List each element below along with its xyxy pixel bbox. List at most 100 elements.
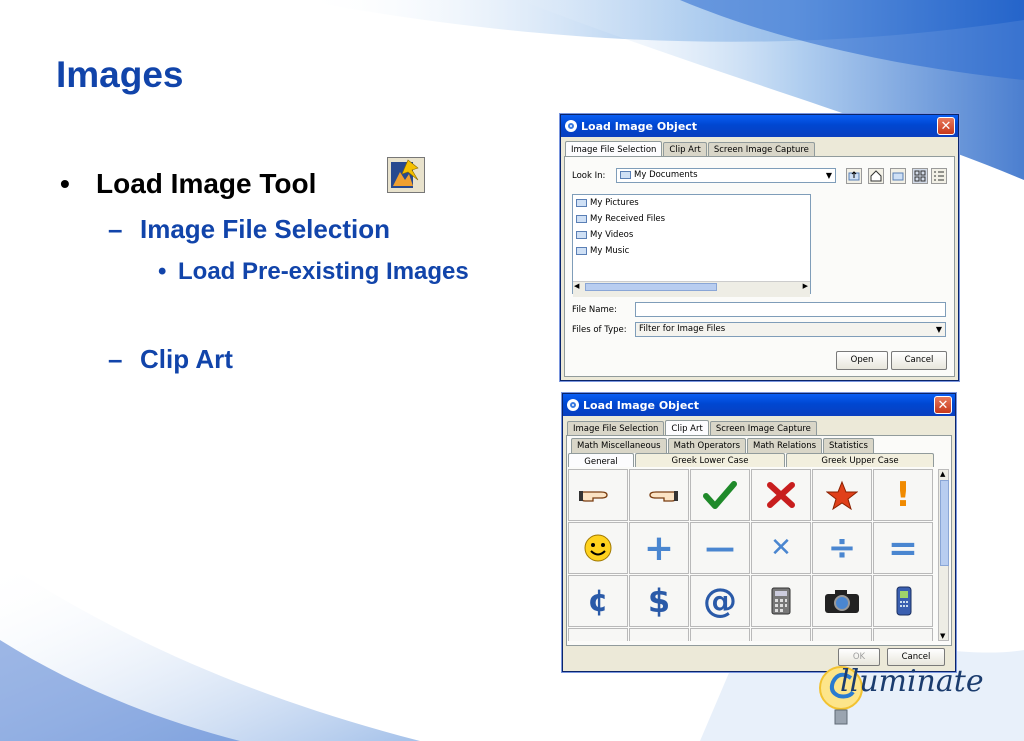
load-image-dialog-clipart: Load Image Object ✕ Image File Selection… — [562, 393, 956, 672]
clip-art-panel: Math Miscellaneous Math Operators Math R… — [566, 435, 952, 646]
file-name-input[interactable] — [635, 302, 946, 317]
list-item[interactable]: My Pictures — [573, 195, 810, 211]
tab-math-operators[interactable]: Math Operators — [667, 438, 747, 453]
dash-marker: – — [108, 344, 123, 374]
file-selection-panel: Look In: My Documents ▼ My Pictures My R… — [564, 156, 955, 377]
grid-cell[interactable] — [873, 628, 933, 641]
scroll-up-icon[interactable]: ▲ — [940, 470, 945, 478]
load-image-dialog-file: Load Image Object ✕ Image File Selection… — [560, 114, 959, 381]
cancel-button[interactable]: Cancel — [891, 351, 947, 370]
load-image-tool-icon — [387, 157, 425, 193]
app-icon — [565, 120, 577, 132]
bullet-text: Image File Selection — [140, 214, 390, 244]
folder-icon — [576, 199, 587, 207]
bullet-text: Load Pre-existing Images — [178, 258, 469, 285]
details-view-icon[interactable] — [931, 168, 947, 184]
folder-icon — [576, 215, 587, 223]
look-in-select[interactable]: My Documents ▼ — [616, 168, 836, 183]
tab-math-miscellaneous[interactable]: Math Miscellaneous — [571, 438, 667, 453]
list-item[interactable]: My Music — [573, 243, 810, 259]
pointing-hand-right-icon[interactable] — [568, 469, 628, 521]
cent-icon[interactable]: ¢ — [568, 575, 628, 627]
pointing-hand-left-icon[interactable] — [629, 469, 689, 521]
grid-cell[interactable] — [751, 628, 811, 641]
scroll-right-icon[interactable]: ▶ — [803, 282, 808, 290]
multiply-icon[interactable]: ✕ — [751, 522, 811, 574]
tab-screen-image-capture[interactable]: Screen Image Capture — [709, 421, 817, 436]
plus-icon[interactable]: + — [629, 522, 689, 574]
file-name: My Music — [590, 246, 630, 256]
folder-icon — [576, 247, 587, 255]
dialog-title: Load Image Object — [581, 119, 698, 133]
subbullet-image-file-selection: – Image File Selection — [108, 214, 390, 245]
tab-clip-art[interactable]: Clip Art — [665, 420, 709, 436]
tab-image-file-selection[interactable]: Image File Selection — [567, 421, 665, 436]
close-button[interactable]: ✕ — [934, 396, 952, 414]
calculator-icon[interactable] — [751, 575, 811, 627]
file-name: My Videos — [590, 230, 634, 240]
tab-greek-lower-case[interactable]: Greek Lower Case — [635, 453, 785, 467]
files-of-type-label: Files of Type: — [572, 325, 627, 335]
slide-title: Images — [56, 54, 184, 95]
files-of-type-value: Filter for Image Files — [639, 324, 726, 334]
grid-cell[interactable] — [629, 628, 689, 641]
grid-cell[interactable] — [812, 628, 872, 641]
cross-mark-icon[interactable] — [751, 469, 811, 521]
subbullet-clip-art: – Clip Art — [108, 344, 233, 375]
bullet-load-image-tool: • Load Image Tool — [60, 168, 316, 200]
tab-greek-upper-case[interactable]: Greek Upper Case — [786, 453, 934, 467]
dollar-icon[interactable]: $ — [629, 575, 689, 627]
tab-image-file-selection[interactable]: Image File Selection — [565, 141, 663, 157]
exclamation-icon[interactable]: ! — [873, 469, 933, 521]
dialog-titlebar[interactable]: Load Image Object ✕ — [563, 394, 955, 416]
checkmark-icon[interactable] — [690, 469, 750, 521]
list-item[interactable]: My Videos — [573, 227, 810, 243]
open-button[interactable]: Open — [836, 351, 888, 370]
horizontal-scrollbar[interactable]: ◀ ▶ — [573, 281, 810, 297]
bullet-marker: • — [60, 168, 70, 199]
bullet-text: Clip Art — [140, 344, 233, 374]
file-name: My Received Files — [590, 214, 666, 224]
file-name-label: File Name: — [572, 305, 617, 315]
minus-icon[interactable]: — — [690, 522, 750, 574]
grid-cell[interactable] — [690, 628, 750, 641]
smiley-face-icon[interactable] — [568, 522, 628, 574]
dialog-titlebar[interactable]: Load Image Object ✕ — [561, 115, 958, 137]
dialog-tabs: Image File Selection Clip Art Screen Ima… — [561, 140, 958, 157]
scroll-thumb[interactable] — [585, 283, 717, 291]
grid-cell[interactable] — [568, 628, 628, 641]
chevron-down-icon: ▼ — [825, 171, 832, 180]
camera-icon[interactable] — [812, 575, 872, 627]
category-tabs-row1: Math Miscellaneous Math Operators Math R… — [567, 438, 951, 453]
chevron-down-icon: ▼ — [935, 325, 942, 334]
file-list: My Pictures My Received Files My Videos … — [572, 194, 811, 297]
star-icon[interactable] — [812, 469, 872, 521]
clip-art-grid: ! + — ✕ ÷ = ¢ $ @ — [568, 469, 936, 641]
scroll-thumb[interactable] — [940, 480, 949, 566]
home-icon[interactable] — [868, 168, 884, 184]
vertical-scrollbar[interactable]: ▲ ▼ — [938, 469, 949, 641]
equals-icon[interactable]: = — [873, 522, 933, 574]
tab-math-relations[interactable]: Math Relations — [747, 438, 823, 453]
at-sign-icon[interactable]: @ — [690, 575, 750, 627]
bullet-text: Load Image Tool — [96, 168, 317, 199]
files-of-type-select[interactable]: Filter for Image Files ▼ — [635, 322, 946, 337]
look-in-value: My Documents — [634, 170, 698, 180]
dialog-title: Load Image Object — [583, 398, 700, 412]
new-folder-icon[interactable] — [890, 168, 906, 184]
tab-general[interactable]: General — [568, 453, 634, 467]
tab-clip-art[interactable]: Clip Art — [663, 142, 707, 157]
tab-screen-image-capture[interactable]: Screen Image Capture — [707, 142, 815, 157]
scroll-left-icon[interactable]: ◀ — [574, 282, 579, 290]
list-item[interactable]: My Received Files — [573, 211, 810, 227]
close-button[interactable]: ✕ — [937, 117, 955, 135]
folder-icon — [620, 170, 631, 179]
divide-icon[interactable]: ÷ — [812, 522, 872, 574]
file-name: My Pictures — [590, 198, 639, 208]
scroll-down-icon[interactable]: ▼ — [940, 632, 945, 640]
up-folder-icon[interactable] — [846, 168, 862, 184]
subbullet-load-pre-existing: • Load Pre-existing Images — [158, 258, 469, 286]
list-view-icon[interactable] — [912, 168, 928, 184]
mobile-phone-icon[interactable] — [873, 575, 933, 627]
tab-statistics[interactable]: Statistics — [823, 438, 874, 453]
